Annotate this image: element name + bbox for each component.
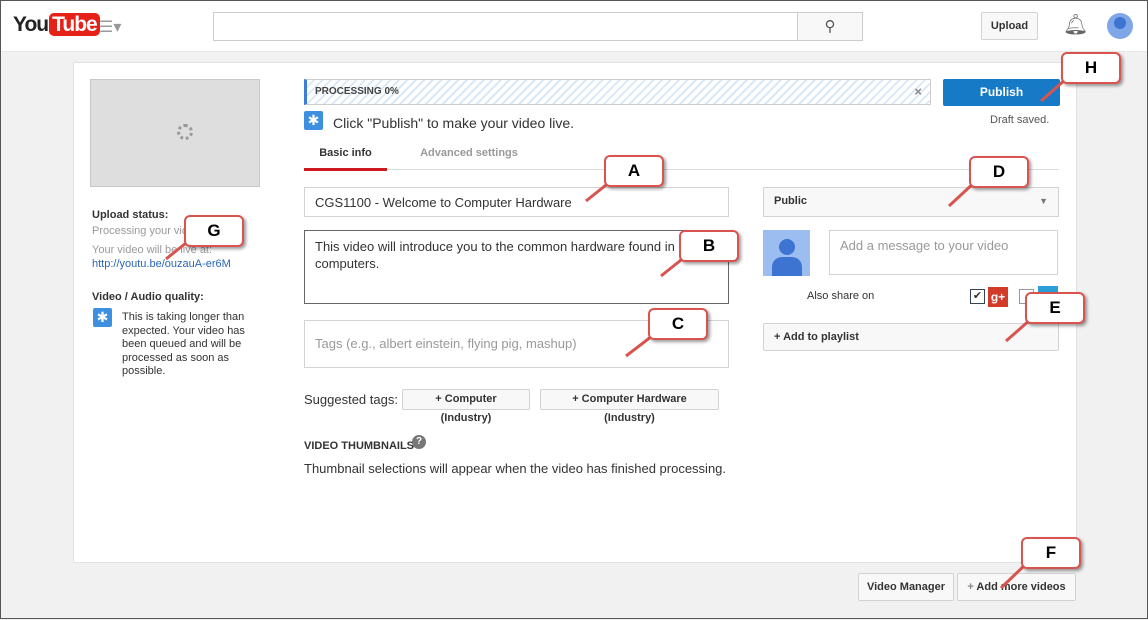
upload-status-label: Upload status: xyxy=(92,209,169,221)
privacy-value: Public xyxy=(774,195,808,207)
callout-a: A xyxy=(604,155,664,187)
logo-tube: Tube xyxy=(49,13,100,36)
quality-label: Video / Audio quality: xyxy=(92,291,204,303)
progress-label: PROCESSING 0% xyxy=(315,86,399,97)
user-avatar xyxy=(763,230,810,276)
add-more-videos-button[interactable]: + Add more videos xyxy=(957,573,1076,601)
suggested-tag-computer[interactable]: + Computer (Industry) xyxy=(402,389,530,424)
avatar[interactable] xyxy=(1107,13,1133,39)
video-thumbnail xyxy=(90,79,260,187)
publish-hint: Click "Publish" to make your video live. xyxy=(333,115,575,131)
loading-spinner-icon xyxy=(177,124,193,140)
google-plus-checkbox[interactable]: ✔ xyxy=(970,289,985,304)
logo-you: You xyxy=(13,13,49,36)
callout-f: F xyxy=(1021,537,1081,569)
top-bar: You Tube ☰▾ ⚲ Upload 🔔︎ xyxy=(1,1,1147,52)
callout-b: B xyxy=(679,230,739,262)
star-icon: ✱ xyxy=(93,308,112,327)
guide-menu-icon[interactable]: ☰▾ xyxy=(99,17,121,37)
add-to-playlist-button[interactable]: + Add to playlist xyxy=(763,323,1059,351)
close-icon[interactable]: × xyxy=(914,80,922,104)
search-button[interactable]: ⚲ xyxy=(797,12,863,41)
callout-d: D xyxy=(969,156,1029,188)
search-icon: ⚲ xyxy=(824,18,836,35)
bell-icon[interactable]: 🔔︎ xyxy=(1063,12,1088,37)
star-icon: ✱ xyxy=(304,111,323,130)
video-url-link[interactable]: http://youtu.be/ouzauA-er6M xyxy=(92,258,231,270)
help-icon[interactable]: ? xyxy=(412,435,426,449)
search-input[interactable] xyxy=(213,12,798,41)
google-plus-icon: g+ xyxy=(988,287,1008,307)
add-more-label: Add more videos xyxy=(976,581,1066,593)
processing-progress-bar: PROCESSING 0% × xyxy=(304,79,931,105)
suggested-tags-label: Suggested tags: xyxy=(304,392,398,407)
video-thumbnails-heading: VIDEO THUMBNAILS xyxy=(304,440,414,452)
youtube-logo[interactable]: You Tube xyxy=(12,13,100,37)
suggested-tag-computer-hardware[interactable]: + Computer Hardware (Industry) xyxy=(540,389,719,424)
callout-e: E xyxy=(1025,292,1085,324)
quality-message: This is taking longer than expected. You… xyxy=(122,311,245,377)
title-input[interactable]: CGS1100 - Welcome to Computer Hardware xyxy=(304,187,729,217)
upload-button[interactable]: Upload xyxy=(981,12,1038,40)
callout-g: G xyxy=(184,215,244,247)
draft-saved-text: Draft saved. xyxy=(990,114,1050,126)
video-manager-button[interactable]: Video Manager xyxy=(858,573,954,601)
callout-h: H xyxy=(1061,52,1121,84)
privacy-select[interactable]: Public ▼ xyxy=(763,187,1059,217)
chevron-down-icon: ▼ xyxy=(1039,196,1048,206)
share-label: Also share on xyxy=(807,290,875,302)
tab-basic-info[interactable]: Basic info xyxy=(304,141,387,171)
share-message-input[interactable]: Add a message to your video xyxy=(829,230,1058,275)
publish-button[interactable]: Publish xyxy=(943,79,1060,106)
callout-c: C xyxy=(648,308,708,340)
thumbnails-message: Thumbnail selections will appear when th… xyxy=(304,461,727,476)
tab-advanced-settings[interactable]: Advanced settings xyxy=(409,141,529,171)
description-textarea[interactable]: This video will introduce you to the com… xyxy=(304,230,729,304)
